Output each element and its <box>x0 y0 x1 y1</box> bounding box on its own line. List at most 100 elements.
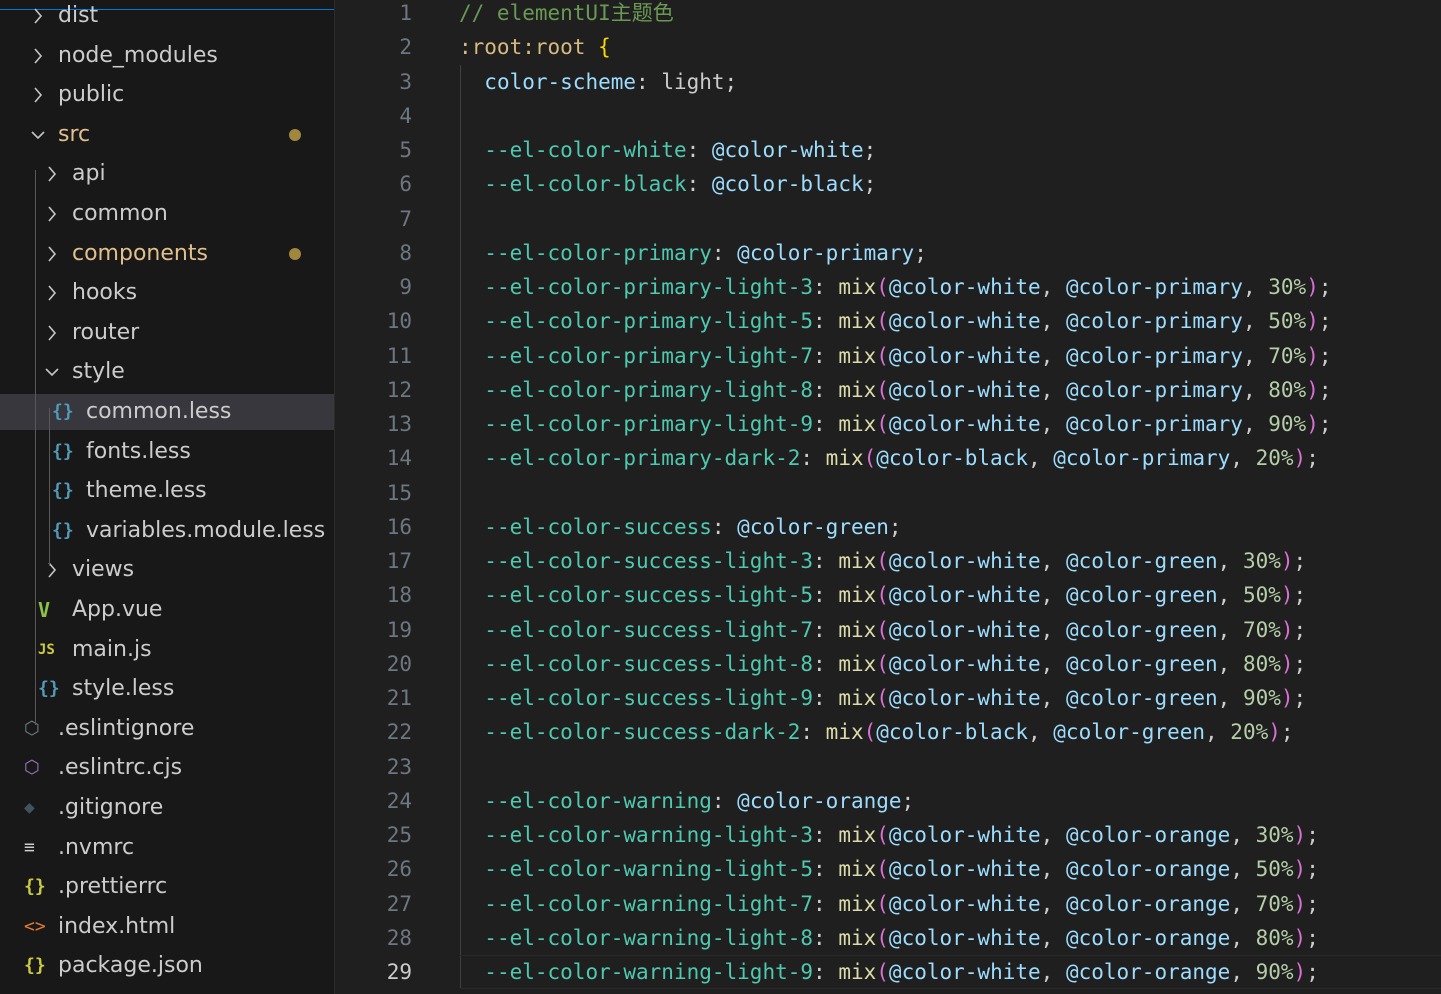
code-token: ) <box>1306 412 1319 436</box>
code-line[interactable]: --el-color-primary-light-3: mix(@color-w… <box>459 270 1331 304</box>
explorer-file-fonts-less[interactable]: {} fonts.less <box>0 434 334 470</box>
code-line[interactable]: --el-color-warning-light-3: mix(@color-w… <box>459 818 1319 852</box>
explorer-file-main-js[interactable]: JS main.js <box>0 632 334 668</box>
explorer-folder-router[interactable]: router <box>0 315 334 351</box>
code-line[interactable]: --el-color-primary-dark-2: mix(@color-bl… <box>459 441 1319 475</box>
code-token: @color-white <box>888 549 1041 573</box>
code-line[interactable]: --el-color-success-light-8: mix(@color-w… <box>459 647 1306 681</box>
line-number: 12 <box>386 377 412 402</box>
explorer-folder-public[interactable]: public <box>0 77 334 113</box>
code-line[interactable]: --el-color-warning-light-9: mix(@color-w… <box>459 955 1319 989</box>
explorer-folder-views[interactable]: views <box>0 552 334 588</box>
code-line[interactable]: --el-color-success-dark-2: mix(@color-bl… <box>459 715 1293 749</box>
code-token: ( <box>876 857 889 882</box>
explorer-folder-common[interactable]: common <box>0 196 334 232</box>
chevron-down-icon[interactable] <box>28 123 48 147</box>
code-token: ; <box>1318 412 1332 436</box>
chevron-right-icon[interactable] <box>42 162 62 186</box>
code-line[interactable]: --el-color-white: @color-white; <box>459 133 876 167</box>
code-line[interactable]: --el-color-warning-light-8: mix(@color-w… <box>459 921 1319 955</box>
code-line[interactable]: --el-color-warning-light-7: mix(@color-w… <box>459 887 1319 921</box>
code-token: --el-color-primary-light-3 <box>484 275 814 299</box>
chevron-right-icon[interactable] <box>42 242 62 266</box>
explorer-folder-style[interactable]: style <box>0 354 334 390</box>
code-line[interactable]: --el-color-success-light-3: mix(@color-w… <box>459 544 1306 578</box>
code-token: 80% <box>1255 925 1294 950</box>
chevron-right-icon[interactable] <box>42 281 62 305</box>
code-line[interactable]: --el-color-success: @color-green; <box>459 510 901 544</box>
chevron-right-icon[interactable] <box>28 4 48 28</box>
explorer-folder-dist[interactable]: dist <box>0 0 334 34</box>
code-token: ) <box>1280 549 1294 573</box>
explorer-file-common-less[interactable]: {} common.less <box>0 394 334 430</box>
code-token: 50% <box>1242 583 1281 608</box>
explorer-file-variables-module-less[interactable]: {} variables.module.less <box>0 513 334 549</box>
explorer-file-style-less[interactable]: {} style.less <box>0 671 334 707</box>
explorer-file-theme-less[interactable]: {} theme.less <box>0 473 334 509</box>
line-number: 26 <box>386 857 412 882</box>
explorer-file-gitignore[interactable]: ◆ .gitignore <box>0 790 334 826</box>
code-token: ; <box>1306 823 1319 847</box>
explorer-item-label: views <box>72 557 135 583</box>
chevron-right-icon[interactable] <box>28 83 48 107</box>
explorer-folder-api[interactable]: api <box>0 156 334 192</box>
chevron-down-icon[interactable] <box>42 360 62 384</box>
code-line[interactable]: --el-color-warning-light-5: mix(@color-w… <box>459 852 1319 886</box>
code-editor[interactable]: 1 2 3 4 5 6 7 8 9 10 11 12 13 14 15 16 17 18 19 20 21 22 23 24 2… <box>335 0 1441 994</box>
code-token: ) <box>1280 617 1294 642</box>
code-token: ; <box>1306 857 1319 882</box>
code-line[interactable]: --el-color-success-light-9: mix(@color-w… <box>459 681 1306 715</box>
code-line[interactable]: --el-color-primary-light-9: mix(@color-w… <box>459 407 1332 441</box>
explorer-folder-hooks[interactable]: hooks <box>0 275 334 311</box>
code-token: --el-color-success <box>484 514 712 539</box>
code-token: , <box>1040 275 1066 299</box>
tree-indent-guide <box>49 408 50 566</box>
code-token: --el-color-success-light-8 <box>484 651 814 676</box>
code-token: ; <box>1306 960 1319 984</box>
code-token: : <box>813 891 839 916</box>
code-token: , <box>1230 925 1256 950</box>
code-line[interactable]: // elementUI主题色 <box>459 0 674 30</box>
chevron-right-icon[interactable] <box>42 202 62 226</box>
explorer-file-nvmrc[interactable]: ≡ .nvmrc <box>0 830 334 866</box>
code-line[interactable]: --el-color-primary-light-5: mix(@color-w… <box>459 304 1331 338</box>
code-token: --el-color-warning-light-9 <box>484 960 814 984</box>
explorer-file-index-html[interactable]: <> index.html <box>0 909 334 945</box>
code-line[interactable]: :root:root { <box>459 30 611 64</box>
code-line[interactable]: --el-color-success-light-5: mix(@color-w… <box>459 578 1306 612</box>
explorer-folder-node-modules[interactable]: node_modules <box>0 38 334 74</box>
code-token: ; <box>1293 686 1307 710</box>
explorer-item-label: .eslintignore <box>58 715 195 741</box>
explorer-file-eslintignore[interactable]: ⬡ .eslintignore <box>0 711 334 747</box>
code-line[interactable]: --el-color-primary-light-7: mix(@color-w… <box>459 339 1331 373</box>
code-token: : <box>813 960 839 984</box>
code-line[interactable]: --el-color-warning: @color-orange; <box>459 784 914 818</box>
code-token: , <box>1217 549 1243 573</box>
explorer-file-app-vue[interactable]: V App.vue <box>0 592 334 628</box>
code-token: ) <box>1306 275 1319 299</box>
explorer-file-eslintrc-cjs[interactable]: ⬡ .eslintrc.cjs <box>0 750 334 786</box>
chevron-right-icon[interactable] <box>42 558 62 582</box>
explorer-folder-src[interactable]: src <box>0 117 334 153</box>
code-token: @color-white <box>888 651 1041 676</box>
code-token: --el-color-success-light-9 <box>484 686 814 710</box>
explorer-file-package-json[interactable]: {} package.json <box>0 948 334 984</box>
chevron-right-icon[interactable] <box>42 321 62 345</box>
code-line[interactable]: --el-color-primary-light-8: mix(@color-w… <box>459 373 1331 407</box>
code-line[interactable]: --el-color-black: @color-black; <box>459 167 876 201</box>
explorer-file-prettierrc[interactable]: {} .prettierrc <box>0 869 334 905</box>
explorer-folder-components[interactable]: components <box>0 236 334 272</box>
code-token: --el-color-warning-light-7 <box>484 891 814 916</box>
code-line[interactable]: --el-color-primary: @color-primary; <box>459 236 927 270</box>
code-line[interactable]: color-scheme: light; <box>459 65 737 99</box>
chevron-right-icon[interactable] <box>28 44 48 68</box>
code-line[interactable]: --el-color-success-light-7: mix(@color-w… <box>459 613 1306 647</box>
code-token: @color-white <box>888 377 1041 402</box>
